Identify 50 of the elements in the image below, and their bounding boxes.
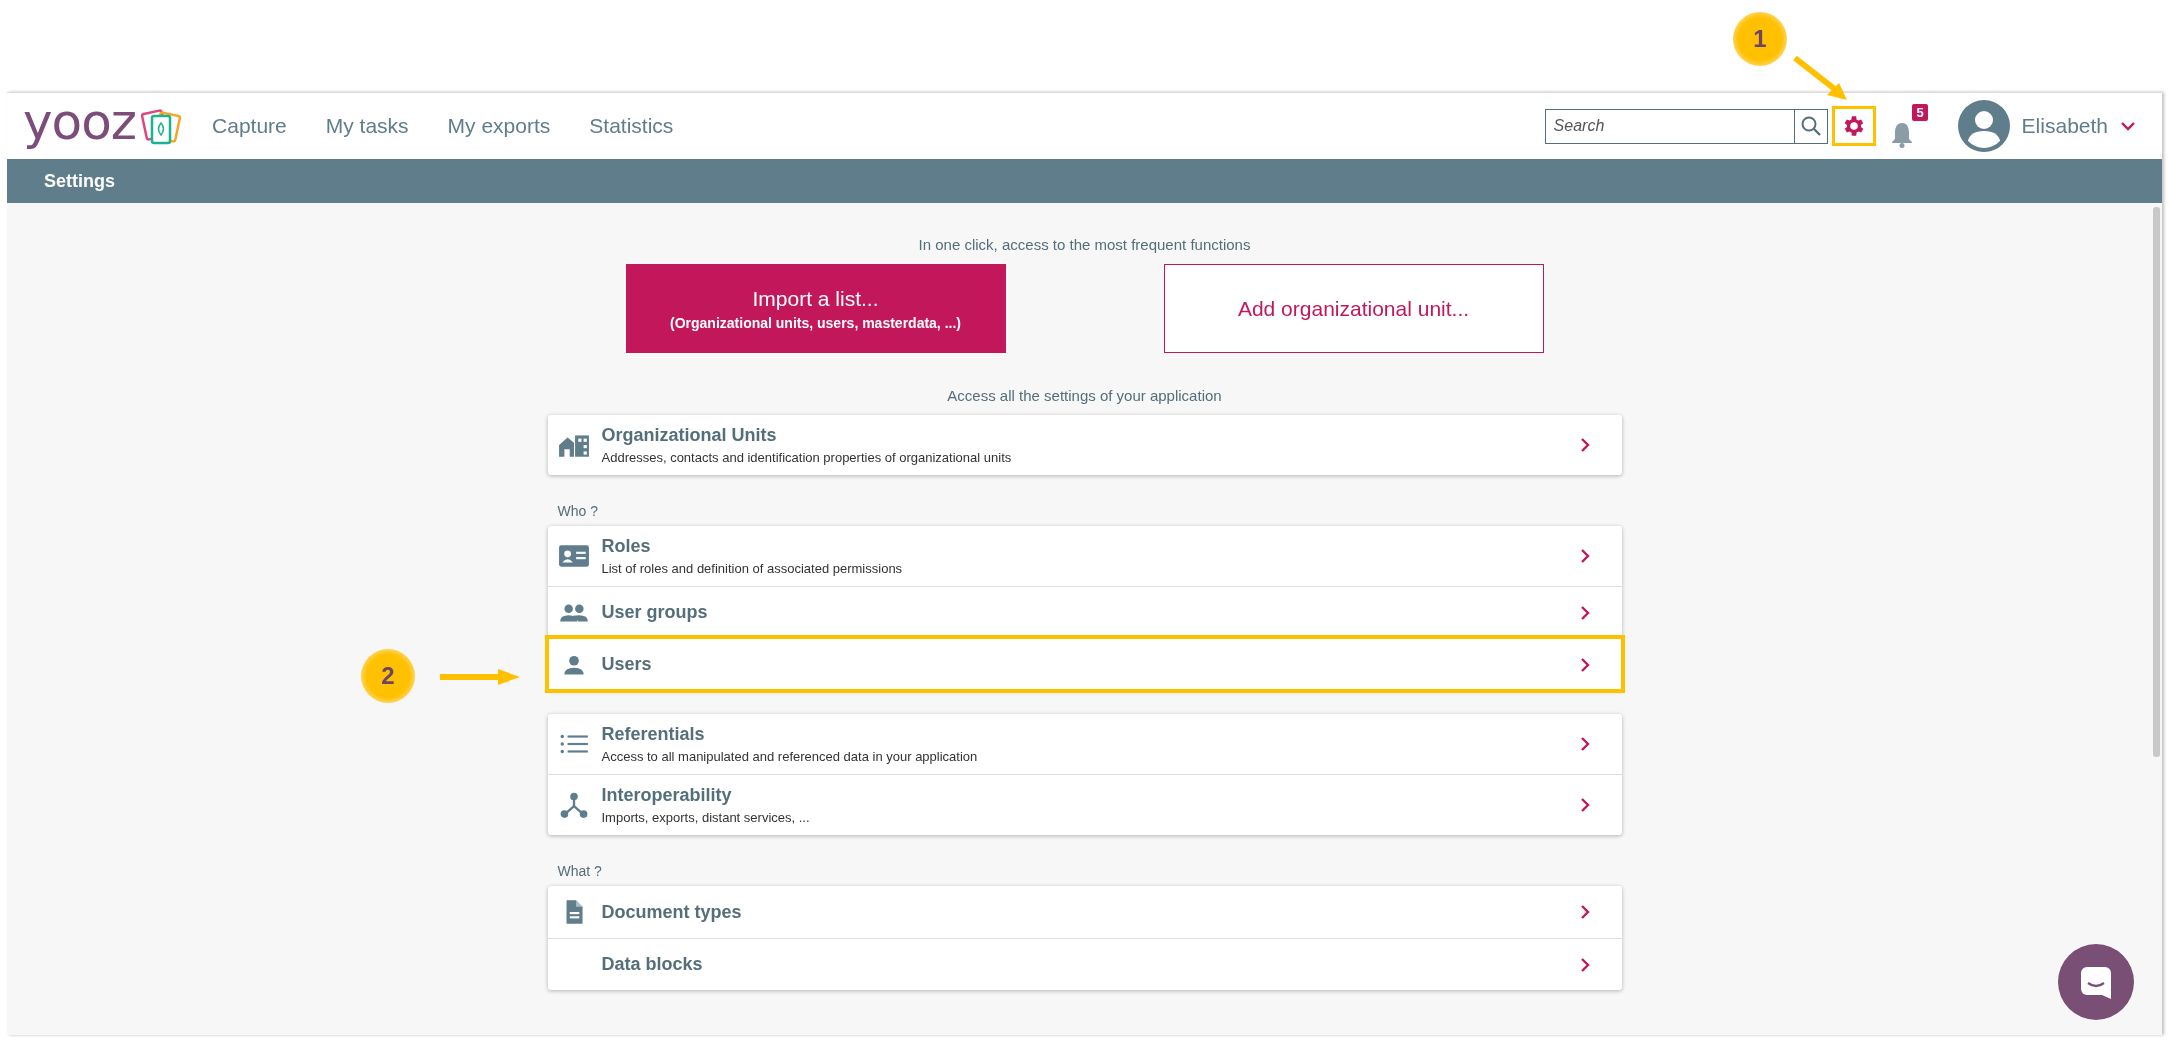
- row-title: Data blocks: [601, 954, 704, 975]
- step-marker: 1: [1733, 12, 1787, 66]
- settings-row[interactable]: Users: [547, 638, 1622, 690]
- logo-text: yooz: [23, 97, 137, 147]
- row-title: Organizational Units: [601, 425, 778, 446]
- nav-link[interactable]: My tasks: [325, 114, 409, 138]
- row-description: Imports, exports, distant services, ...: [601, 810, 811, 825]
- settings-row[interactable]: Interoperability Imports, exports, distant services, ...: [547, 774, 1622, 835]
- search-button[interactable]: [1794, 108, 1828, 144]
- row-title: User groups: [601, 602, 709, 623]
- search-field[interactable]: Search: [1544, 108, 1795, 144]
- settings-button[interactable]: [1831, 106, 1876, 146]
- row-title: Referentials: [601, 724, 706, 745]
- row-title: Users: [601, 654, 653, 675]
- intro-text: In one click, access to the most frequent functions: [918, 236, 1251, 253]
- row-description: List of roles and definition of associated permissions: [601, 561, 904, 576]
- section-heading: Access all the settings of your application: [947, 387, 1222, 404]
- search-icon: [1799, 115, 1822, 137]
- nav-link[interactable]: Statistics: [589, 114, 674, 138]
- group-heading: What ?: [557, 863, 603, 879]
- notification-count: 5: [1912, 104, 1928, 121]
- notifications-button[interactable]: 5: [1885, 104, 1928, 148]
- cards-logo-icon: [140, 106, 183, 146]
- row-title: Document types: [601, 901, 743, 923]
- import-list-button[interactable]: Import a list... (Organizational units, users, masterdata, ...): [625, 264, 1006, 353]
- settings-row[interactable]: Roles List of roles and definition of associated permissions: [547, 526, 1622, 586]
- row-description: Addresses, contacts and identification properties of organizational units: [601, 450, 1013, 465]
- user-menu[interactable]: Elisabeth: [1957, 100, 2136, 152]
- caret-icon: [2120, 120, 2136, 132]
- settings-row[interactable]: Data blocks: [547, 938, 1622, 990]
- settings-row[interactable]: Organizational Units Addresses, contacts and identification properties of organizational units: [547, 415, 1622, 475]
- add-unit-button[interactable]: Add organizational unit...: [1163, 264, 1544, 353]
- page-title: Settings: [44, 170, 115, 192]
- arrow: [1795, 58, 1849, 102]
- step-marker: 2: [361, 649, 415, 703]
- group-heading: Who ?: [557, 503, 599, 519]
- settings-row[interactable]: Document types: [547, 886, 1622, 938]
- settings-row[interactable]: Referentials Access to all manipulated and referenced data in your application: [547, 714, 1622, 774]
- bell-icon: [1889, 120, 1914, 148]
- nav-link[interactable]: Capture: [212, 114, 287, 138]
- row-title: Interoperability: [601, 785, 733, 806]
- avatar-icon: [1957, 100, 2010, 152]
- row-description: Access to all manipulated and referenced data in your application: [601, 749, 979, 764]
- settings-row[interactable]: User groups: [547, 586, 1622, 638]
- row-title: Roles: [601, 536, 652, 557]
- id-card-icon: [557, 543, 590, 569]
- chat-icon: [2078, 964, 2114, 1000]
- building-icon: [557, 432, 590, 458]
- nav-link[interactable]: My exports: [447, 114, 551, 138]
- scrollbar[interactable]: [2153, 207, 2160, 757]
